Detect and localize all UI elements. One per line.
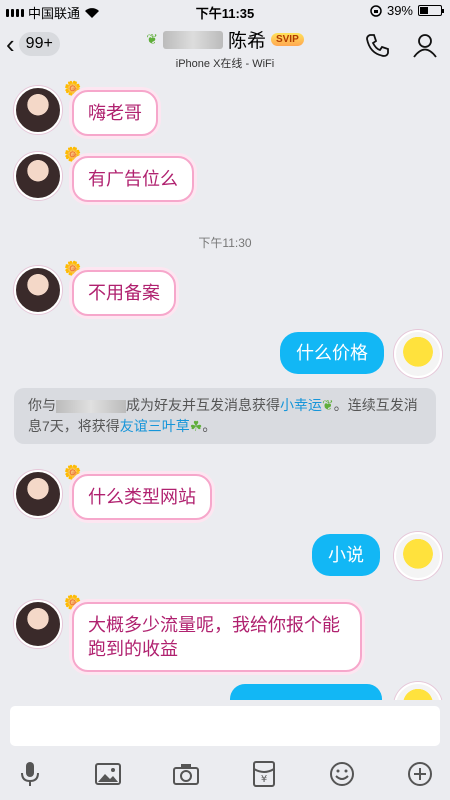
message-bubble[interactable]: 大概多少流量呢，我给你报个能跑到的收益 [72, 602, 362, 672]
contact-avatar[interactable] [14, 86, 62, 134]
clover-icon: ❦ [146, 31, 158, 47]
emoji-icon[interactable] [324, 756, 360, 792]
input-toolbar: ¥ [0, 756, 450, 792]
microphone-icon[interactable] [12, 756, 48, 792]
message-bubble[interactable]: 什么类型网站 [72, 474, 212, 520]
message-bubble-self-partial[interactable] [230, 684, 382, 700]
red-packet-icon[interactable]: ¥ [246, 756, 282, 792]
system-message: 你与 成为好友并互发消息获得小幸运❦。连续互发消息7天，将获得友谊三叶草☘。 [14, 388, 436, 444]
header-actions [364, 32, 438, 58]
lucky-link[interactable]: 小幸运 [280, 397, 322, 413]
camera-icon[interactable] [168, 756, 204, 792]
clover-link[interactable]: 友谊三叶草 [120, 418, 190, 434]
system-message-middle: 成为好友并互发消息获得 [126, 397, 280, 413]
message-list[interactable]: 🌼 嗨老哥 🌼 有广告位么 下午11:30 🌼 不用备案 什么价格 你与 成为好友… [0, 70, 450, 700]
status-right: 39% [370, 3, 444, 18]
battery-icon [418, 5, 444, 16]
contact-avatar[interactable] [14, 266, 62, 314]
profile-icon[interactable] [412, 32, 438, 58]
timestamp: 下午11:30 [198, 236, 252, 250]
image-icon[interactable] [90, 756, 126, 792]
plus-icon[interactable] [402, 756, 438, 792]
system-message-suffix: 。 [202, 418, 217, 434]
message-bubble-self[interactable]: 什么价格 [280, 332, 384, 374]
self-avatar[interactable] [394, 330, 442, 378]
phone-icon[interactable] [364, 32, 390, 58]
message-bubble-self[interactable]: 小说 [312, 534, 380, 576]
message-bubble[interactable]: 嗨老哥 [72, 90, 158, 136]
clover-icon: ☘ [189, 418, 203, 434]
svip-badge: SVIP [270, 33, 304, 46]
status-bar: 中国联通 下午11:35 39% [0, 0, 450, 22]
orientation-lock-icon [370, 4, 382, 17]
self-avatar[interactable] [394, 682, 442, 700]
message-input[interactable] [10, 706, 440, 746]
self-avatar[interactable] [394, 532, 442, 580]
contact-avatar[interactable] [14, 470, 62, 518]
blurred-name [162, 30, 223, 49]
sprout-icon: ❦ [322, 397, 334, 413]
contact-name: 陈希 [227, 31, 266, 52]
svg-text:¥: ¥ [261, 774, 267, 785]
input-area: ¥ [0, 700, 450, 800]
chat-header: ‹ 99+ ❦ 陈希 SVIP iPhone X在线 - WiFi [0, 22, 450, 70]
message-bubble[interactable]: 不用备案 [72, 270, 176, 316]
contact-avatar[interactable] [14, 152, 62, 200]
battery-percent: 39% [386, 3, 413, 18]
contact-avatar[interactable] [14, 600, 62, 648]
system-message-prefix: 你与 [28, 397, 56, 413]
blurred-name [56, 399, 126, 413]
message-bubble[interactable]: 有广告位么 [72, 156, 194, 202]
